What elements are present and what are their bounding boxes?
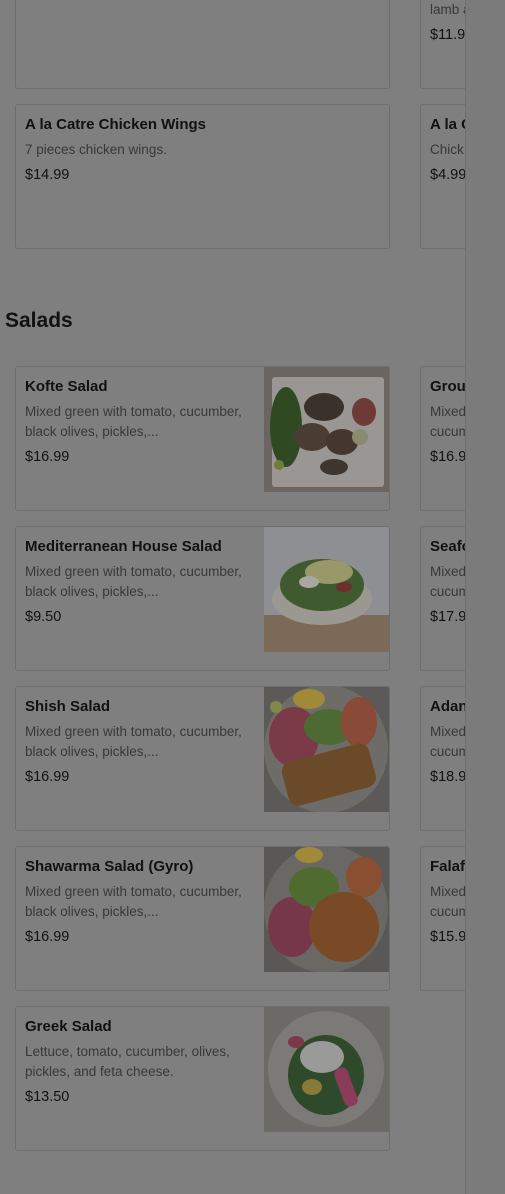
item-price: $18.9 — [430, 769, 467, 785]
item-price: $16.99 — [25, 449, 70, 465]
item-description-line1: Mixed — [430, 884, 467, 899]
item-title: Shawarma Salad (Gyro) — [25, 858, 194, 875]
item-description-line2: cucum — [430, 584, 470, 599]
house-salad-image — [264, 527, 389, 652]
section-title-salads: Salads — [5, 309, 73, 332]
shawarma-salad-image — [264, 847, 389, 972]
item-description: 7 pieces chicken wings. — [25, 142, 167, 157]
item-description-line1: Mixed — [430, 724, 467, 739]
item-title: Grou — [430, 378, 466, 395]
item-price: $16.99 — [25, 929, 70, 945]
item-title: Mediterranean House Salad — [25, 538, 222, 555]
item-description-line2: cucum — [430, 904, 470, 919]
greek-salad-image — [264, 1007, 389, 1132]
menu-item-card-shish-salad[interactable]: Shish Salad Mixed green with tomato, cuc… — [15, 686, 390, 831]
item-description-line2: cucum — [430, 744, 470, 759]
menu-item-card-kofte-salad[interactable]: Kofte Salad Mixed green with tomato, cuc… — [15, 366, 390, 511]
item-price: $16.99 — [25, 769, 70, 785]
item-description-line2: cucum — [430, 424, 470, 439]
kofte-salad-image — [264, 367, 389, 492]
item-price: $9.50 — [25, 609, 62, 625]
side-panel-edge — [465, 0, 505, 1194]
menu-item-card-top-left[interactable] — [15, 0, 390, 89]
item-description: Mixed green with tomato, cucumber, black… — [25, 564, 242, 599]
menu-item-card-greek-salad[interactable]: Greek Salad Lettuce, tomato, cucumber, o… — [15, 1006, 390, 1151]
item-price: $14.99 — [25, 167, 70, 183]
item-description: Mixed green with tomato, cucumber, black… — [25, 724, 242, 759]
menu-page: lamb a $11.99 A la Catre Chicken Wings 7… — [0, 0, 505, 1194]
item-title: Greek Salad — [25, 1018, 112, 1035]
item-title: A la Catre Chicken Wings — [25, 116, 207, 133]
item-description: Lettuce, tomato, cucumber, olives, pickl… — [25, 1044, 230, 1079]
item-description-line1: Mixed — [430, 564, 467, 579]
item-description: Chick — [430, 142, 464, 157]
menu-item-card-chicken-wings[interactable]: A la Catre Chicken Wings 7 pieces chicke… — [15, 104, 390, 249]
shish-salad-image — [264, 687, 389, 812]
item-description: Mixed green with tomato, cucumber, black… — [25, 404, 242, 439]
item-price: $16.9 — [430, 449, 467, 465]
item-title: Adan — [430, 698, 468, 715]
item-title: Falaf — [430, 858, 466, 875]
item-title: Shish Salad — [25, 698, 111, 715]
menu-item-card-house-salad[interactable]: Mediterranean House Salad Mixed green wi… — [15, 526, 390, 671]
item-price: $4.99 — [430, 167, 467, 183]
item-title: Kofte Salad — [25, 378, 108, 395]
menu-item-card-shawarma-salad[interactable]: Shawarma Salad (Gyro) Mixed green with t… — [15, 846, 390, 991]
item-price: $13.50 — [25, 1089, 70, 1105]
item-description: Mixed green with tomato, cucumber, black… — [25, 884, 242, 919]
item-description-line1: Mixed — [430, 404, 467, 419]
